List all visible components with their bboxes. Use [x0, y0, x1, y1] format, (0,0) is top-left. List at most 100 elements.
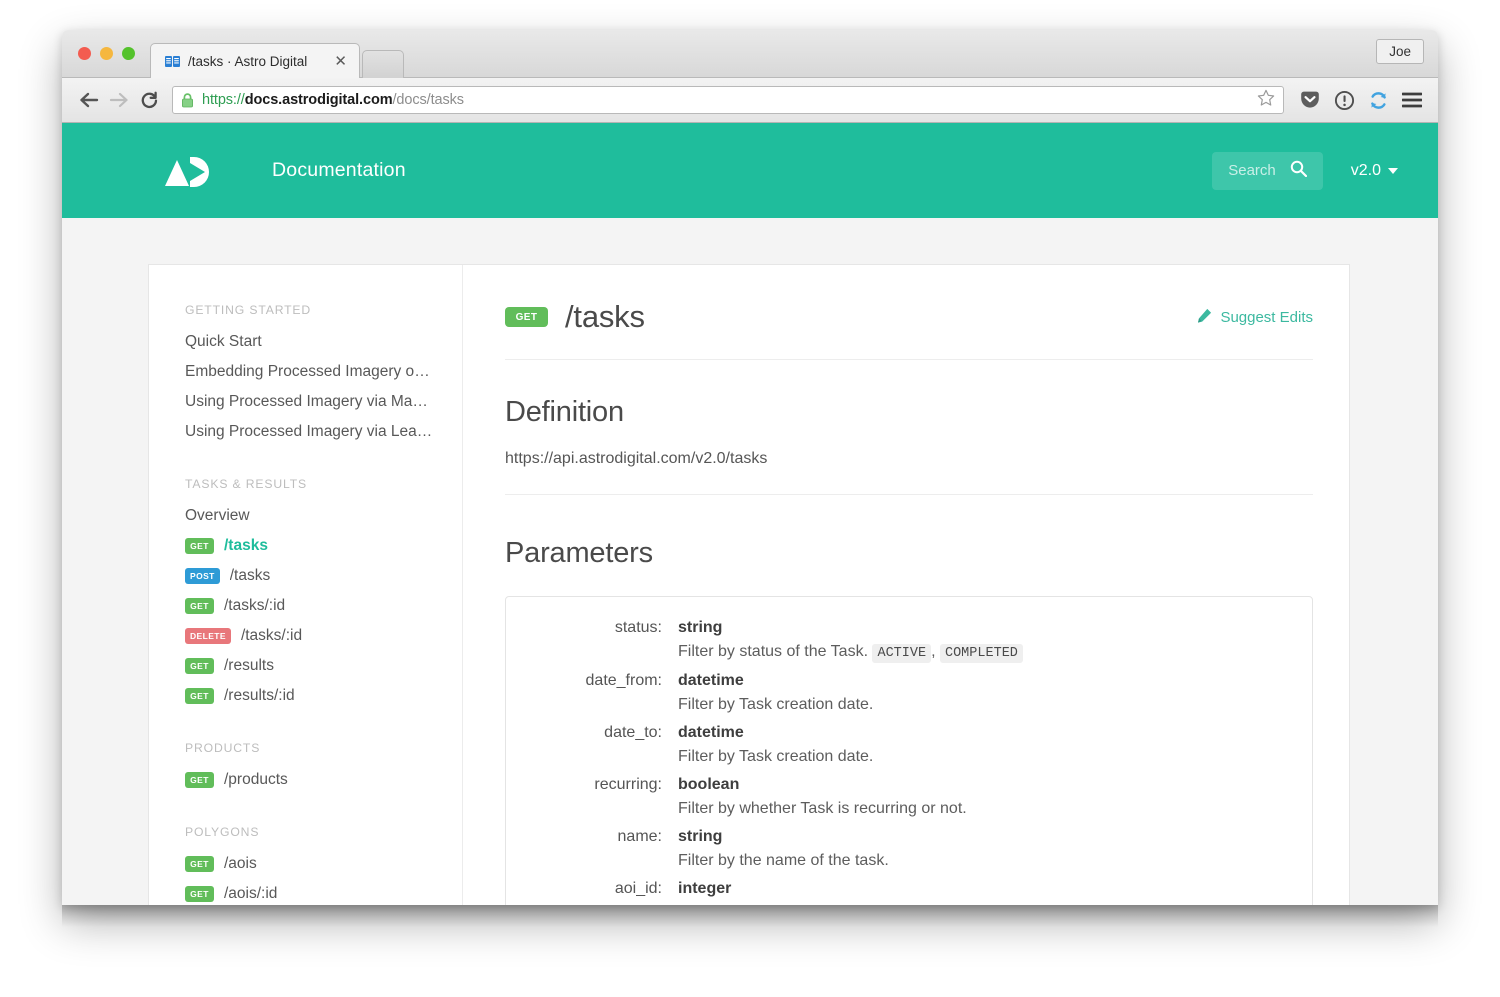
param-body: string Filter by status of the Task. ACT… — [678, 619, 1286, 672]
hamburger-menu-icon[interactable] — [1398, 86, 1426, 114]
param-row: recurring: boolean Filter by whether Tas… — [526, 776, 1286, 828]
param-type: integer — [678, 879, 732, 897]
sidebar-item-embedding-processed-imagery[interactable]: Embedding Processed Imagery on a ... — [185, 357, 436, 387]
sidebar-item-imagery-via-mapbox[interactable]: Using Processed Imagery via Mapbox — [185, 387, 436, 417]
sidebar-item-post-tasks[interactable]: POST /tasks — [185, 561, 436, 591]
sidebar-item-get-tasks-id[interactable]: GET /tasks/:id — [185, 591, 436, 621]
user-profile-chip[interactable]: Joe — [1376, 39, 1424, 64]
parameters-heading: Parameters — [505, 537, 653, 569]
param-body: datetime Filter by Task creation date. — [678, 724, 1286, 776]
sidebar-item-get-aois-id[interactable]: GET /aois/:id — [185, 879, 436, 905]
version-label: v2.0 — [1350, 161, 1381, 179]
sidebar-item-label: /tasks/:id — [240, 627, 303, 644]
maximize-window-button[interactable] — [122, 47, 135, 60]
param-row: name: string Filter by the name of the t… — [526, 828, 1286, 880]
sidebar-item-get-products[interactable]: GET /products — [185, 765, 436, 795]
param-description: Filter by status of the Task. ACTIVE, CO… — [678, 642, 1286, 663]
sidebar-item-overview[interactable]: Overview — [185, 501, 436, 531]
method-badge: GET — [185, 538, 214, 554]
docs-sidebar: GETTING STARTED Quick Start Embedding Pr… — [149, 265, 463, 905]
definition-section: Definition https://api.astrodigital.com/… — [505, 360, 1313, 495]
sidebar-item-label: Quick Start — [185, 333, 262, 350]
suggest-edits-link[interactable]: Suggest Edits — [1197, 308, 1313, 327]
docs-main-content: GET /tasks Suggest Edits Definition http… — [463, 265, 1349, 905]
minimize-window-button[interactable] — [100, 47, 113, 60]
param-name: date_from: — [585, 671, 662, 689]
url-text: https://docs.astrodigital.com/docs/tasks — [202, 92, 464, 108]
sidebar-section-title: GETTING STARTED — [185, 303, 312, 317]
chevron-down-icon — [1388, 167, 1398, 174]
sidebar-item-get-results-id[interactable]: GET /results/:id — [185, 681, 436, 711]
url-scheme: https:// — [202, 92, 245, 108]
param-body: boolean Filter by whether Task is recurr… — [678, 776, 1286, 828]
suggest-edits-label: Suggest Edits — [1220, 308, 1313, 326]
sidebar-item-get-results[interactable]: GET /results — [185, 651, 436, 681]
book-icon — [165, 55, 180, 68]
docs-content-card: GETTING STARTED Quick Start Embedding Pr… — [148, 264, 1350, 905]
version-selector[interactable]: v2.0 — [1351, 162, 1398, 180]
star-icon[interactable] — [1247, 89, 1275, 112]
new-tab-button[interactable] — [362, 50, 404, 78]
site-brand-title: Documentation — [272, 159, 406, 181]
reload-icon[interactable] — [134, 85, 164, 115]
page-viewport: Documentation Search v2.0 GETTING STARTE… — [62, 123, 1438, 905]
sidebar-item-label: /products — [224, 771, 288, 788]
lock-icon — [181, 92, 194, 108]
param-name: date_to: — [604, 723, 662, 741]
param-type: boolean — [678, 775, 740, 793]
sidebar-item-delete-tasks-id[interactable]: DELETE /tasks/:id — [185, 621, 436, 651]
browser-titlebar: /tasks · Astro Digital ✕ Joe — [62, 30, 1438, 78]
param-type: string — [678, 619, 723, 636]
sidebar-item-label: Using Processed Imagery via Mapbox — [185, 393, 436, 410]
param-body: datetime Filter by Task creation date. — [678, 672, 1286, 724]
param-name: aoi_id: — [614, 879, 662, 897]
site-header-right: Search v2.0 — [1212, 151, 1398, 190]
sidebar-item-label: /results/:id — [224, 687, 295, 704]
sidebar-section-polygons: POLYGONS GET /aois GET /aois/:id — [185, 825, 436, 905]
param-row: date_to: datetime Filter by Task creatio… — [526, 724, 1286, 776]
browser-window: /tasks · Astro Digital ✕ Joe https://doc… — [62, 30, 1438, 905]
param-row: date_from: datetime Filter by Task creat… — [526, 672, 1286, 724]
method-badge: GET — [185, 886, 214, 902]
close-window-button[interactable] — [78, 47, 91, 60]
param-tag-separator: , — [931, 643, 936, 660]
site-header: Documentation Search v2.0 — [62, 123, 1438, 218]
sidebar-section-tasks-results: TASKS & RESULTS Overview GET /tasks POST… — [185, 477, 436, 711]
back-arrow-icon[interactable] — [74, 85, 104, 115]
param-description: Filter by whether Task is recurring or n… — [678, 799, 967, 817]
sidebar-section-title: POLYGONS — [185, 825, 260, 839]
param-type: string — [678, 827, 723, 845]
param-body: string Filter by the name of the task. — [678, 828, 1286, 880]
sidebar-item-get-tasks[interactable]: GET /tasks — [185, 531, 436, 561]
method-badge: GET — [185, 598, 214, 614]
sidebar-item-label: Using Processed Imagery via Leaflet — [185, 423, 436, 440]
url-bar[interactable]: https://docs.astrodigital.com/docs/tasks — [172, 86, 1284, 114]
pocket-icon[interactable] — [1296, 86, 1324, 114]
definition-url: https://api.astrodigital.com/v2.0/tasks — [505, 450, 768, 467]
sidebar-item-imagery-via-leaflet[interactable]: Using Processed Imagery via Leaflet — [185, 417, 436, 447]
sidebar-item-label: /tasks/:id — [224, 597, 286, 614]
endpoint-method-badge: GET — [505, 307, 548, 327]
sync-icon[interactable] — [1364, 86, 1392, 114]
close-icon[interactable]: ✕ — [326, 54, 347, 69]
param-row: aoi_id: integer Filter by the ID of the … — [526, 880, 1286, 905]
browser-tabstrip: /tasks · Astro Digital ✕ — [150, 43, 404, 78]
sidebar-section-title: TASKS & RESULTS — [185, 477, 308, 491]
search-icon — [1290, 160, 1307, 182]
forward-arrow-icon[interactable] — [104, 85, 134, 115]
sidebar-item-quick-start[interactable]: Quick Start — [185, 327, 436, 357]
param-body: integer Filter by the ID of the associat… — [678, 880, 1286, 905]
browser-navbar: https://docs.astrodigital.com/docs/tasks — [62, 78, 1438, 123]
definition-heading: Definition — [505, 396, 624, 428]
astro-digital-logo-icon[interactable] — [162, 152, 214, 190]
param-name: name: — [617, 827, 662, 845]
sidebar-item-get-aois[interactable]: GET /aois — [185, 849, 436, 879]
search-input[interactable]: Search — [1212, 151, 1323, 190]
param-name: status: — [614, 619, 662, 636]
window-traffic-lights — [78, 47, 135, 60]
search-placeholder: Search — [1228, 162, 1276, 179]
browser-tab[interactable]: /tasks · Astro Digital ✕ — [150, 43, 360, 78]
page-info-icon[interactable] — [1330, 86, 1358, 114]
sidebar-item-label: /aois — [224, 855, 257, 872]
method-badge: GET — [185, 658, 214, 674]
